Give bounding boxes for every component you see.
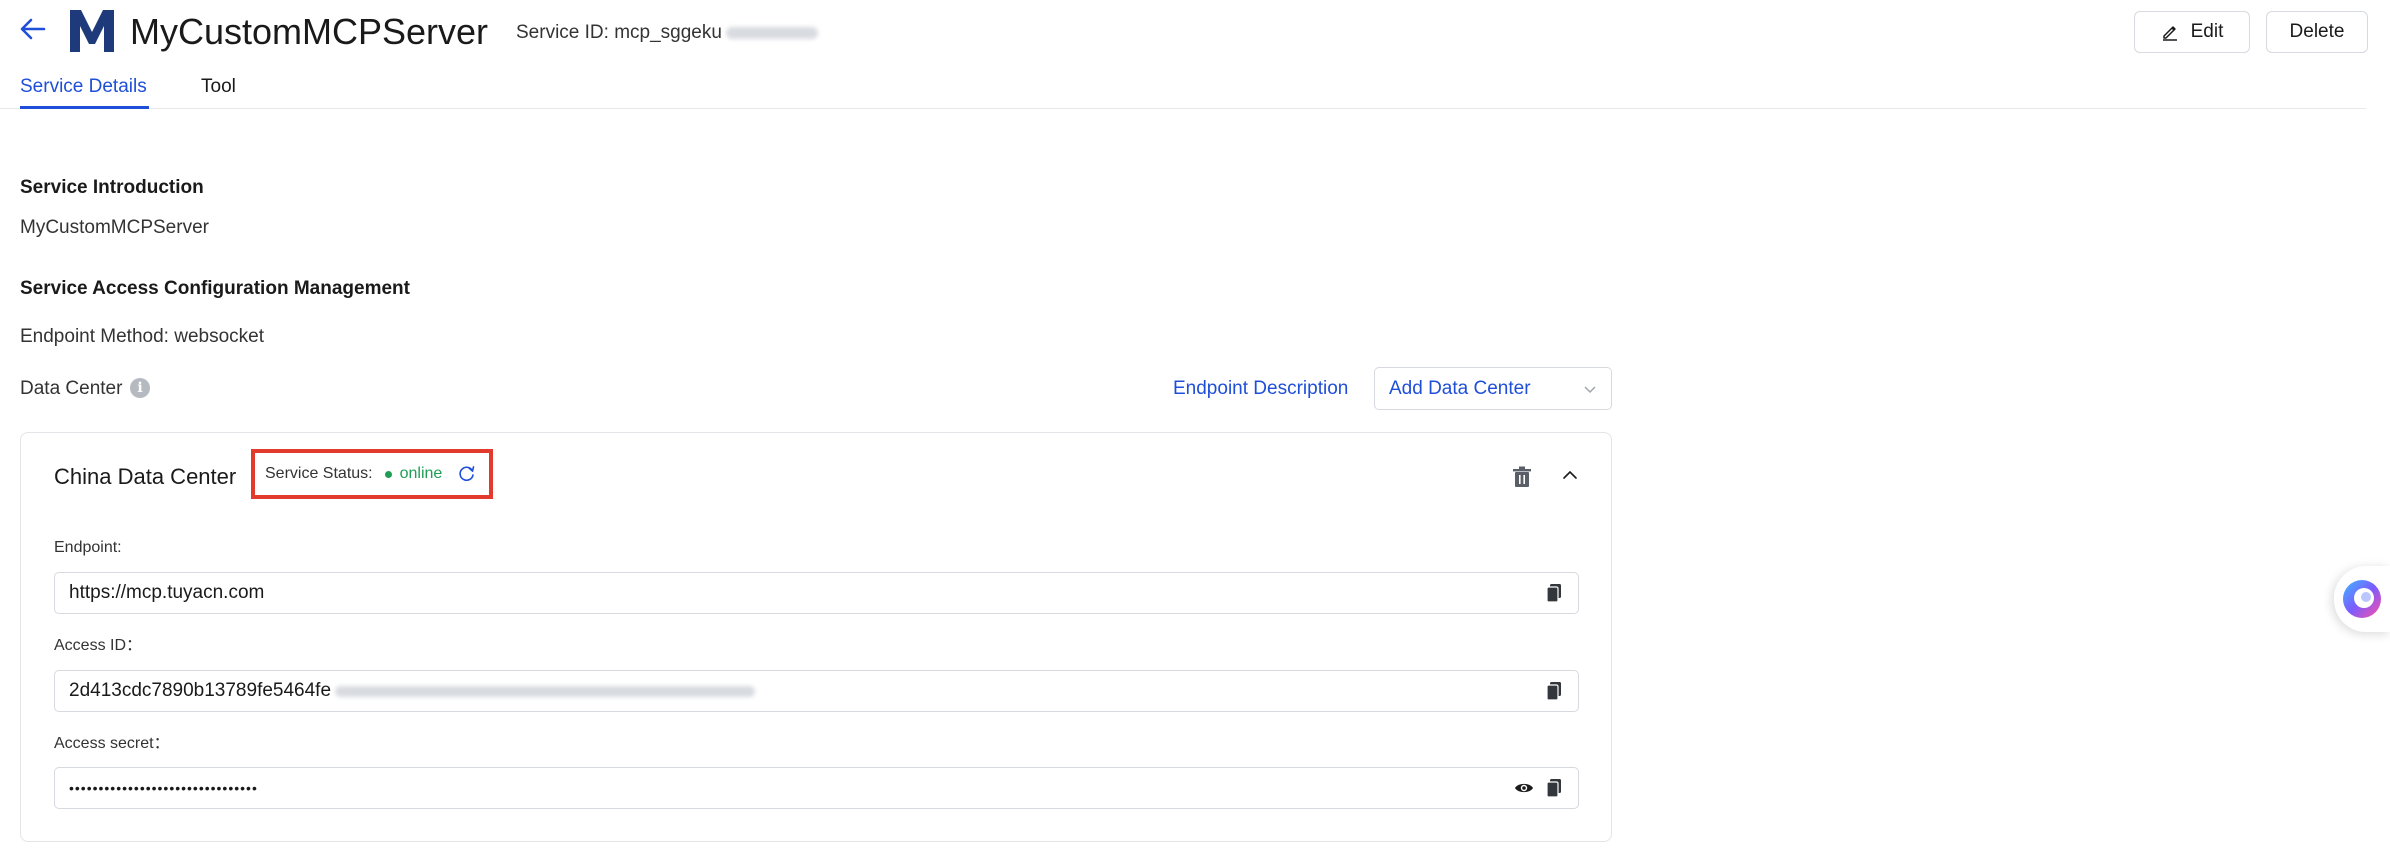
tab-tool[interactable]: Tool: [201, 74, 236, 100]
service-id: Service ID: mcp_sggeku: [516, 20, 818, 46]
endpoint-method: Endpoint Method: websocket: [20, 326, 264, 347]
access-id-value: 2d413cdc7890b13789fe5464fe: [69, 680, 332, 701]
page-title: MyCustomMCPServer: [130, 11, 489, 52]
copy-icon[interactable]: [1546, 681, 1562, 701]
delete-button[interactable]: Delete: [2266, 11, 2368, 53]
edit-pencil-icon: [2162, 26, 2177, 41]
access-config-heading: Service Access Configuration Management: [20, 278, 410, 299]
active-tab-indicator: [20, 106, 149, 109]
add-data-center-select[interactable]: Add Data Center: [1374, 367, 1612, 410]
access-secret-field[interactable]: ••••••••••••••••••••••••••••••••: [54, 767, 1579, 809]
edit-button[interactable]: Edit: [2134, 11, 2250, 53]
tab-service-details[interactable]: Service Details: [20, 74, 147, 100]
chevron-down-icon: [1584, 385, 1596, 393]
redacted-text: [725, 27, 818, 39]
service-status-label: Service Status:: [265, 465, 373, 482]
info-icon[interactable]: i: [130, 378, 150, 398]
service-status: Service Status: online: [251, 449, 493, 499]
status-badge: online: [399, 465, 443, 482]
copy-icon[interactable]: [1546, 583, 1562, 603]
service-id-text: Service ID: mcp_sggeku: [516, 22, 722, 43]
trash-icon[interactable]: [1512, 466, 1532, 488]
chevron-up-icon[interactable]: [1562, 468, 1578, 482]
status-dot: [384, 470, 392, 478]
back-arrow-icon[interactable]: [18, 14, 48, 44]
copy-icon[interactable]: [1546, 778, 1562, 798]
endpoint-value: https://mcp.tuyacn.com: [69, 582, 265, 603]
refresh-icon[interactable]: [458, 465, 476, 483]
delete-button-label: Delete: [2289, 21, 2345, 42]
access-secret-value: ••••••••••••••••••••••••••••••••: [69, 780, 258, 796]
service-introduction-value: MyCustomMCPServer: [20, 217, 209, 238]
tabs-divider: [0, 108, 2366, 109]
assistant-button[interactable]: [2334, 566, 2390, 632]
endpoint-field[interactable]: https://mcp.tuyacn.com: [54, 572, 1579, 614]
data-center-label: Data Center: [20, 378, 123, 399]
data-center-title: China Data Center: [54, 464, 237, 489]
m-logo-icon: [70, 10, 114, 52]
assistant-icon: [2343, 580, 2381, 618]
access-id-field[interactable]: 2d413cdc7890b13789fe5464fe: [54, 670, 1579, 712]
access-id-label: Access ID：: [54, 637, 143, 654]
eye-icon[interactable]: [1514, 781, 1534, 795]
add-data-center-label: Add Data Center: [1389, 377, 1531, 399]
edit-button-label: Edit: [2190, 21, 2224, 42]
endpoint-label: Endpoint:: [54, 539, 122, 556]
endpoint-description-link[interactable]: Endpoint Description: [1173, 376, 1348, 402]
service-introduction-heading: Service Introduction: [20, 177, 204, 198]
redacted-text: [335, 685, 756, 697]
access-secret-label: Access secret：: [54, 735, 170, 752]
